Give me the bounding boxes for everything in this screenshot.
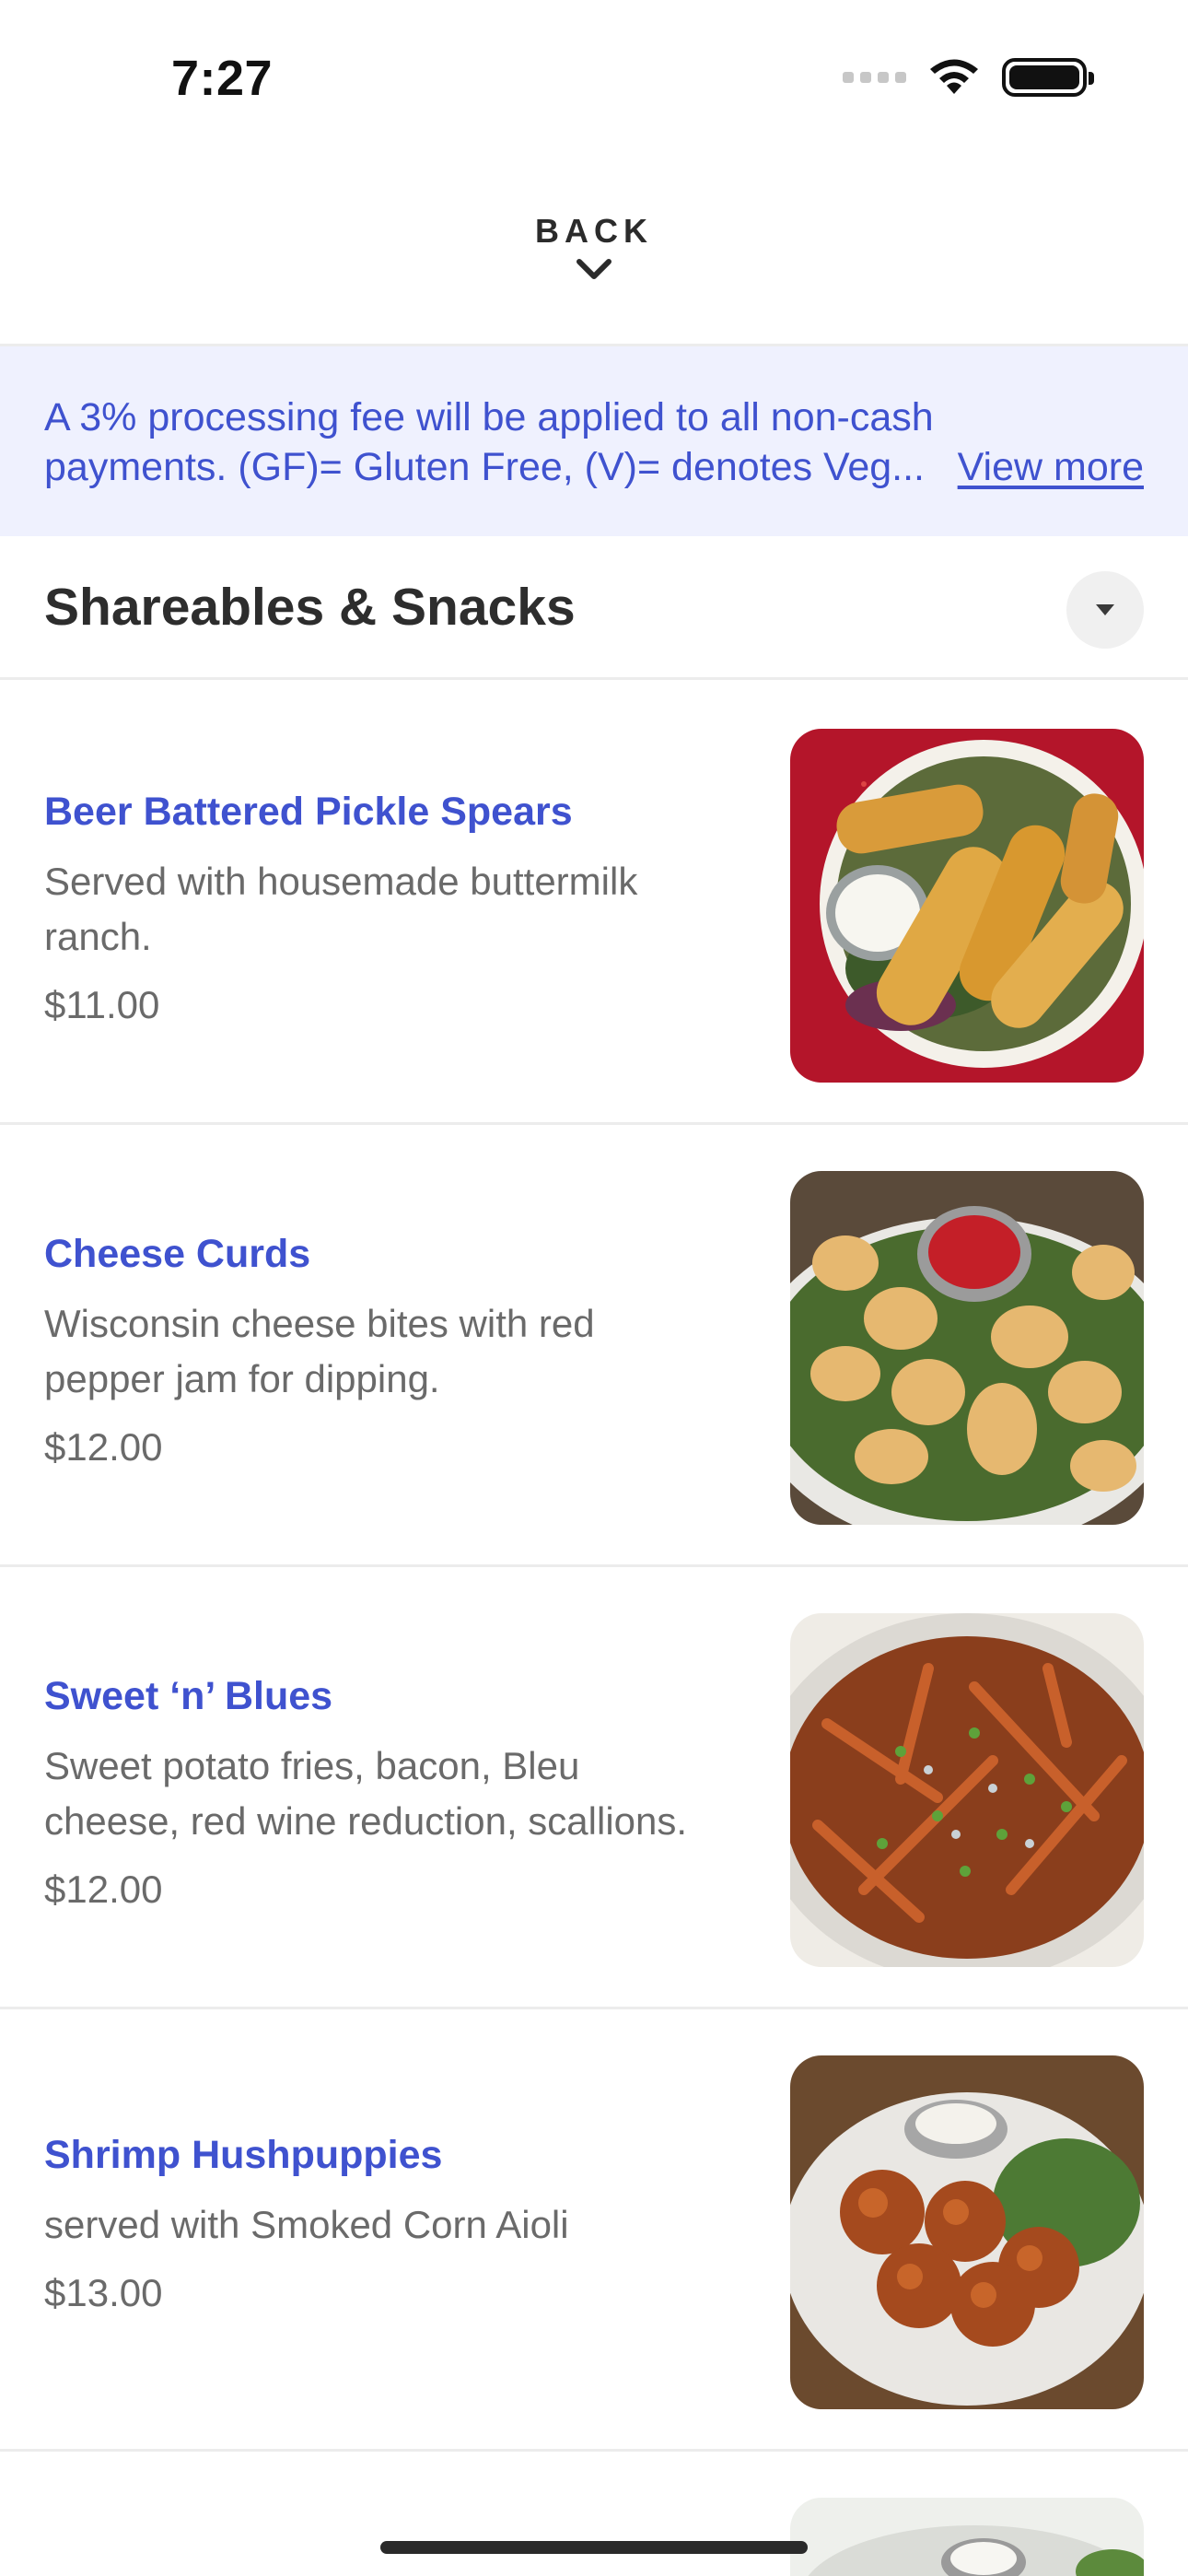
menu-item-shrimp-hushpuppies[interactable]: Shrimp Hushpuppies served with Smoked Co… — [0, 2009, 1188, 2452]
header: BACK — [0, 157, 1188, 346]
menu-item-description: Served with housemade buttermilk ranch. — [44, 854, 744, 965]
menu-item-photo — [790, 2055, 1144, 2409]
menu-item-description-line-2: cheese, red wine reduction, scallions. — [44, 1799, 688, 1843]
wifi-icon — [930, 59, 978, 94]
menu-item-description: served with Smoked Corn Aioli — [44, 2197, 744, 2253]
menu-item-photo — [790, 1613, 1144, 1967]
menu-item-pickle-spears[interactable]: Beer Battered Pickle Spears Served with … — [0, 683, 1188, 1125]
menu-item-partial[interactable] — [0, 2452, 1188, 2576]
menu-item-photo — [790, 1171, 1144, 1525]
back-label: BACK — [535, 212, 653, 250]
hushpuppies-photo — [790, 2055, 1144, 2409]
menu-item-name: Shrimp Hushpuppies — [44, 2133, 443, 2177]
view-more-link[interactable]: View more — [958, 442, 1144, 492]
menu-item-text — [44, 2551, 744, 2576]
section-header: Shareables & Snacks — [0, 536, 1188, 680]
menu-item-text: Sweet ‘n’ Blues Sweet potato fries, baco… — [44, 1670, 744, 1915]
menu-item-price: $13.00 — [44, 2271, 163, 2314]
menu-item-cheese-curds[interactable]: Cheese Curds Wisconsin cheese bites with… — [0, 1125, 1188, 1567]
menu-item-description-line-1: Sweet potato fries, bacon, Bleu — [44, 1744, 580, 1787]
menu-item-photo — [790, 2498, 1144, 2576]
status-icons — [843, 57, 1094, 98]
processing-fee-notice: A 3% processing fee will be applied to a… — [0, 346, 1188, 536]
cellular-signal-icon — [843, 72, 906, 83]
back-button[interactable]: BACK — [502, 212, 686, 322]
chevron-down-icon — [577, 259, 611, 279]
menu-item-description: Wisconsin cheese bites with red pepper j… — [44, 1296, 744, 1407]
status-bar: 7:27 — [0, 0, 1188, 157]
menu-item-description-line-2: pepper jam for dipping. — [44, 1357, 440, 1400]
menu-item-description-line-1: Wisconsin cheese bites with red — [44, 1302, 595, 1345]
menu-item-price: $12.00 — [44, 1868, 163, 1911]
menu-item-text: Shrimp Hushpuppies served with Smoked Co… — [44, 2129, 744, 2319]
pickle-spears-photo — [790, 729, 1144, 1083]
sweet-potato-fries-photo — [790, 1613, 1144, 1967]
menu-item-sweet-n-blues[interactable]: Sweet ‘n’ Blues Sweet potato fries, baco… — [0, 1567, 1188, 2009]
menu-item-price: $12.00 — [44, 1425, 163, 1469]
menu-item-name: Cheese Curds — [44, 1232, 311, 1276]
section-collapse-button[interactable] — [1066, 571, 1144, 649]
section-title: Shareables & Snacks — [44, 578, 576, 637]
status-time: 7:27 — [171, 51, 274, 106]
menu-item-text: Cheese Curds Wisconsin cheese bites with… — [44, 1228, 744, 1473]
menu-item-description-line-1: Served with housemade buttermilk — [44, 860, 638, 903]
menu-item-price: $11.00 — [44, 983, 160, 1026]
notice-line-1: A 3% processing fee will be applied to a… — [44, 395, 934, 439]
home-indicator[interactable] — [380, 2541, 808, 2554]
menu-item-photo — [790, 729, 1144, 1083]
menu-item-description-line-2: ranch. — [44, 915, 152, 958]
caret-down-icon — [1096, 604, 1114, 615]
menu-item-name: Sweet ‘n’ Blues — [44, 1674, 333, 1718]
menu-item-description-line-1: served with Smoked Corn Aioli — [44, 2203, 569, 2246]
cheese-curds-photo — [790, 1171, 1144, 1525]
menu-item-description: Sweet potato fries, bacon, Bleu cheese, … — [44, 1739, 744, 1849]
notice-line-2: payments. (GF)= Gluten Free, (V)= denote… — [44, 445, 925, 489]
battery-icon — [1002, 58, 1094, 97]
menu-item-name: Beer Battered Pickle Spears — [44, 790, 573, 834]
menu-item-text: Beer Battered Pickle Spears Served with … — [44, 786, 744, 1031]
partial-food-photo — [790, 2498, 1144, 2576]
